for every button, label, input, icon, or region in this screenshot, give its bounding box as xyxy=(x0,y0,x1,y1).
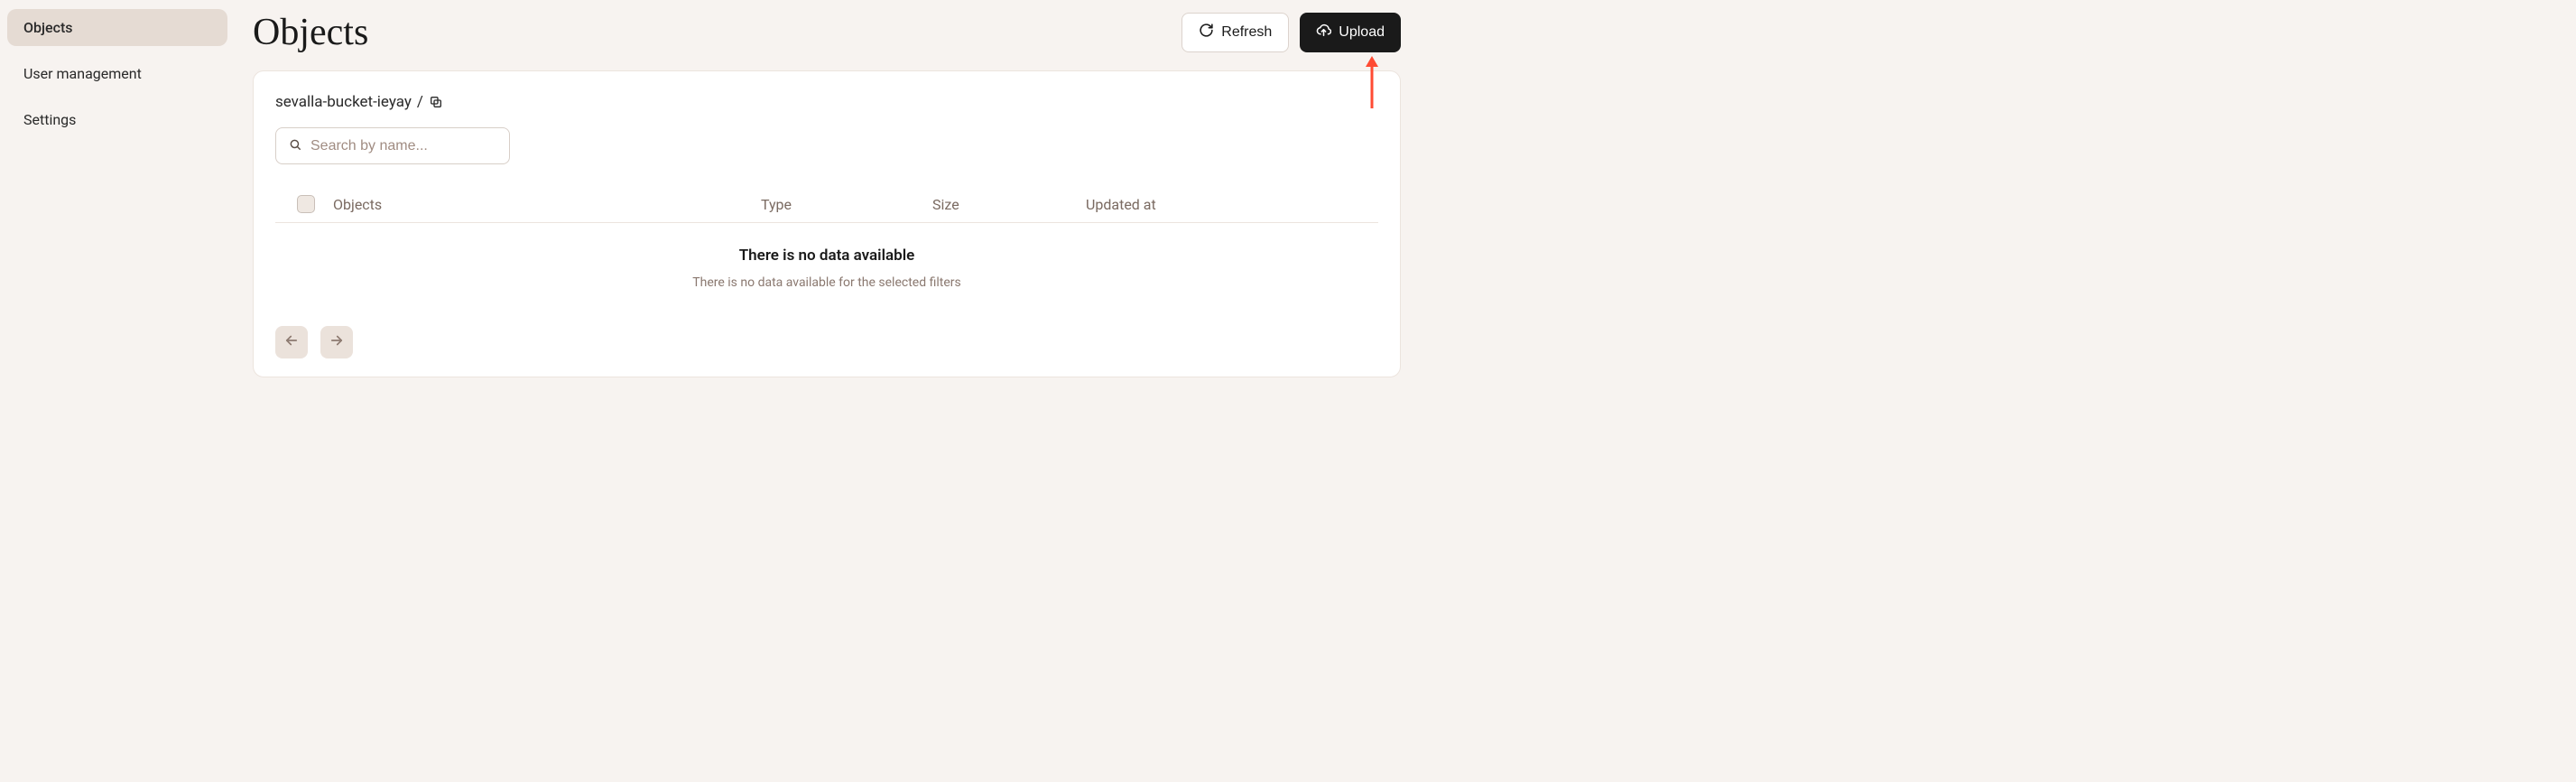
empty-subtitle: There is no data available for the selec… xyxy=(275,275,1378,290)
upload-button[interactable]: Upload xyxy=(1300,13,1401,52)
empty-title: There is no data available xyxy=(275,247,1378,265)
empty-state: There is no data available There is no d… xyxy=(275,223,1378,306)
prev-page-button[interactable] xyxy=(275,326,308,358)
search-field[interactable] xyxy=(275,127,510,164)
select-all-checkbox[interactable] xyxy=(297,195,315,213)
refresh-button[interactable]: Refresh xyxy=(1181,13,1289,52)
header-actions: Refresh Upload xyxy=(1181,13,1401,52)
column-type: Type xyxy=(761,196,932,213)
page-title: Objects xyxy=(253,11,368,54)
search-icon xyxy=(289,137,310,154)
arrow-left-icon xyxy=(283,332,300,352)
sidebar-item-label: Objects xyxy=(23,19,73,36)
sidebar-item-objects[interactable]: Objects xyxy=(7,9,227,46)
arrow-right-icon xyxy=(329,332,345,352)
objects-panel: sevalla-bucket-ieyay / Objects Type Size xyxy=(253,70,1401,377)
copy-icon[interactable] xyxy=(429,95,443,109)
breadcrumb: sevalla-bucket-ieyay / xyxy=(275,93,1378,111)
breadcrumb-sep: / xyxy=(417,93,423,111)
sidebar-item-label: Settings xyxy=(23,111,76,128)
upload-icon xyxy=(1316,23,1331,42)
sidebar: Objects User management Settings xyxy=(0,0,235,430)
refresh-icon xyxy=(1199,23,1214,42)
next-page-button[interactable] xyxy=(320,326,353,358)
column-updated: Updated at xyxy=(1086,196,1357,213)
breadcrumb-bucket: sevalla-bucket-ieyay xyxy=(275,93,412,111)
upload-label: Upload xyxy=(1339,24,1385,41)
sidebar-item-settings[interactable]: Settings xyxy=(7,101,227,138)
select-all-cell xyxy=(297,195,333,213)
header: Objects Refresh Upload xyxy=(253,0,1401,70)
main: Objects Refresh Upload sevalla-buc xyxy=(235,0,1417,430)
refresh-label: Refresh xyxy=(1221,24,1272,41)
table-header: Objects Type Size Updated at xyxy=(275,186,1378,223)
column-size: Size xyxy=(932,196,1086,213)
sidebar-item-label: User management xyxy=(23,65,142,82)
search-input[interactable] xyxy=(310,138,496,154)
column-objects: Objects xyxy=(333,196,761,213)
pager xyxy=(275,326,1378,358)
sidebar-item-user-management[interactable]: User management xyxy=(7,55,227,92)
